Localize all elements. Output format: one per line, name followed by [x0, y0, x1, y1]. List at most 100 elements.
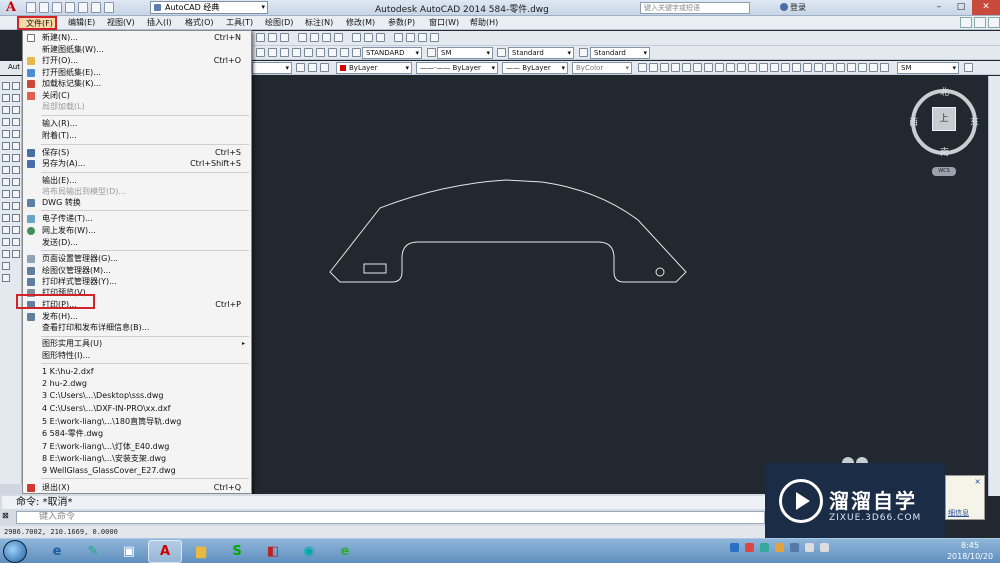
menu-insert[interactable]: 插入(I): [147, 17, 172, 29]
toolbar-button[interactable]: [280, 48, 289, 57]
tray-app-icon[interactable]: [790, 543, 799, 552]
menu-item-open-sheetset[interactable]: 打开图纸集(E)...: [23, 67, 251, 78]
mirror-tool-icon[interactable]: [12, 94, 20, 102]
circle-tool-icon[interactable]: [2, 142, 10, 150]
toolbar-button[interactable]: [880, 63, 889, 72]
dim-style-select[interactable]: SM: [437, 47, 493, 59]
toolbar-button[interactable]: [869, 63, 878, 72]
polygon-tool-icon[interactable]: [2, 106, 10, 114]
toolbar-button[interactable]: [304, 48, 313, 57]
toolbar-button[interactable]: [310, 33, 319, 42]
region-tool-icon[interactable]: [2, 238, 10, 246]
recent-file-item[interactable]: 5 E:\work-liang\...\180直筒导轨.dwg: [23, 416, 251, 427]
toolbar-button[interactable]: [770, 63, 779, 72]
print-icon[interactable]: [78, 2, 88, 13]
toolbar-button[interactable]: [268, 33, 277, 42]
menu-item-open[interactable]: 打开(O)... Ctrl+O: [23, 55, 251, 66]
recent-file-item[interactable]: 2 hu-2.dwg: [23, 378, 251, 389]
toolbar-button[interactable]: [308, 63, 317, 72]
toolbar-button[interactable]: [649, 63, 658, 72]
toolbar-button[interactable]: [268, 48, 277, 57]
explorer-icon[interactable]: ▆: [184, 540, 218, 563]
arc-tool-icon[interactable]: [2, 130, 10, 138]
toolbar-button[interactable]: [748, 63, 757, 72]
recent-file-item[interactable]: 1 K:\hu-2.dxf: [23, 366, 251, 377]
wcs-menu[interactable]: WCS: [932, 167, 956, 176]
redo-icon[interactable]: [104, 2, 114, 13]
trim-tool-icon[interactable]: [12, 178, 20, 186]
move-tool-icon[interactable]: [12, 130, 20, 138]
menu-item-save[interactable]: 保存(S) Ctrl+S: [23, 147, 251, 158]
undo-icon[interactable]: [91, 2, 101, 13]
menu-item-publish-web[interactable]: 网上发布(W)...: [23, 225, 251, 236]
toolbar-button[interactable]: [836, 63, 845, 72]
paint-icon[interactable]: ✎: [76, 540, 110, 563]
recent-file-item[interactable]: 7 E:\work-liang\...\灯体_E40.dwg: [23, 441, 251, 452]
toolbar-button[interactable]: [660, 63, 669, 72]
toolbar-button[interactable]: [280, 33, 289, 42]
polyline-tool-icon[interactable]: [2, 94, 10, 102]
toolbar-button[interactable]: [726, 63, 735, 72]
toolbar-button[interactable]: [693, 63, 702, 72]
stretch-tool-icon[interactable]: [12, 166, 20, 174]
menu-item-load-markup[interactable]: 加载标记集(K)...: [23, 78, 251, 89]
tray-app-icon[interactable]: [745, 543, 754, 552]
network-icon[interactable]: [805, 543, 814, 552]
menu-item-close[interactable]: 关闭(C): [23, 90, 251, 101]
recent-file-item[interactable]: 6 584-零件.dwg: [23, 428, 251, 439]
toolbar-button[interactable]: [781, 63, 790, 72]
ellipse-tool-icon[interactable]: [2, 178, 10, 186]
toolbar-button[interactable]: [682, 63, 691, 72]
toolbar-button[interactable]: [759, 63, 768, 72]
taskbar-clock[interactable]: 8:45 2018/10/20: [945, 540, 995, 562]
toolbar-button[interactable]: [328, 48, 337, 57]
browser-app-icon[interactable]: ◉: [292, 540, 326, 563]
viewcube-south[interactable]: 南: [940, 145, 949, 158]
toolbar-button[interactable]: [320, 63, 329, 72]
break-tool-icon[interactable]: [12, 202, 20, 210]
menu-item-dwg-convert[interactable]: DWG 转换: [23, 197, 251, 208]
doc-restore-button[interactable]: [974, 17, 986, 28]
close-button[interactable]: ✕: [972, 0, 1000, 15]
menu-item-plot-details[interactable]: 查看打印和发布详细信息(B)...: [23, 322, 251, 333]
toolbar-button[interactable]: [406, 33, 415, 42]
rotate-tool-icon[interactable]: [12, 142, 20, 150]
menu-format[interactable]: 格式(O): [185, 17, 214, 29]
toolbar-button[interactable]: [298, 33, 307, 42]
doc-app-icon[interactable]: ◧: [256, 540, 290, 563]
volume-icon[interactable]: [820, 543, 829, 552]
login-link[interactable]: 登录: [790, 2, 806, 13]
toolbar-button[interactable]: [847, 63, 856, 72]
array-tool-icon[interactable]: [12, 118, 20, 126]
offset-tool-icon[interactable]: [12, 106, 20, 114]
linetype-select[interactable]: ——·—— ByLayer: [416, 62, 498, 74]
ie-icon[interactable]: e: [40, 540, 74, 563]
point-tool-icon[interactable]: [2, 202, 10, 210]
recent-file-item[interactable]: 8 E:\work-liang\...\安装支架.dwg: [23, 453, 251, 464]
sheets-app-icon[interactable]: S: [220, 540, 254, 563]
toolbar-button[interactable]: [430, 33, 439, 42]
viewcube[interactable]: 上 北 南 东 西: [906, 85, 982, 161]
menu-item-plotter-manager[interactable]: 绘图仪管理器(M)...: [23, 265, 251, 276]
layer-select-tail[interactable]: [252, 62, 292, 74]
toolbar-button[interactable]: [256, 33, 265, 42]
join-tool-icon[interactable]: [12, 214, 20, 222]
menu-file[interactable]: 文件(F): [17, 16, 57, 30]
plotstyle-select[interactable]: ByColor: [572, 62, 632, 74]
fillet-tool-icon[interactable]: [12, 238, 20, 246]
table-style-select[interactable]: Standard: [508, 47, 574, 59]
toolbar-button[interactable]: [296, 63, 305, 72]
menu-item-attach[interactable]: 附着(T)...: [23, 130, 251, 141]
start-button[interactable]: [3, 540, 27, 563]
rectangle-tool-icon[interactable]: [2, 118, 10, 126]
gradient-tool-icon[interactable]: [2, 226, 10, 234]
tray-app-icon[interactable]: [760, 543, 769, 552]
toolbar-button[interactable]: [340, 48, 349, 57]
edge-app-icon[interactable]: e: [328, 540, 362, 563]
text-style-select[interactable]: STANDARD: [362, 47, 422, 59]
toolbar-button[interactable]: [814, 63, 823, 72]
hatch-tool-icon[interactable]: [2, 214, 10, 222]
toolbar-button[interactable]: [376, 33, 385, 42]
open-icon[interactable]: [39, 2, 49, 13]
cloud-tool-icon[interactable]: [2, 154, 10, 162]
